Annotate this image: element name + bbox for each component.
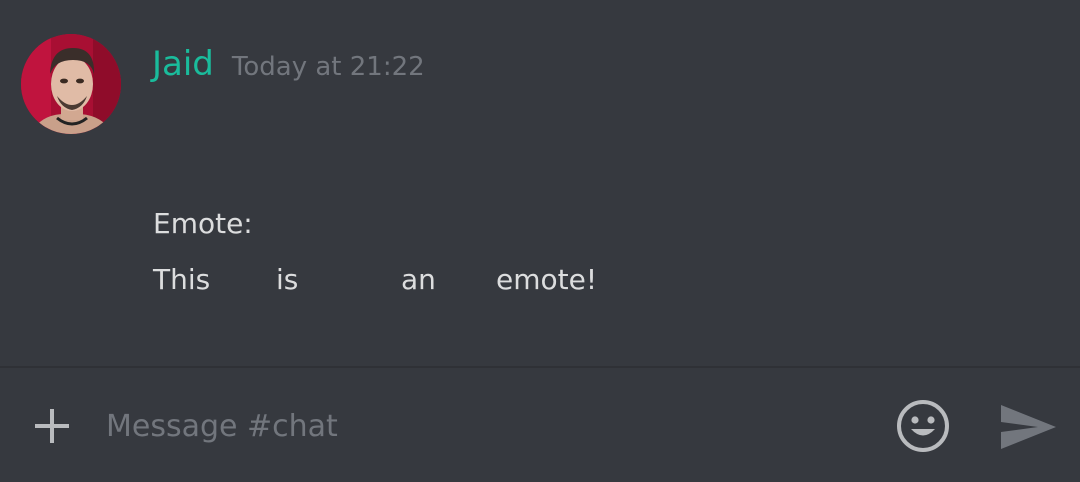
author-name[interactable]: Jaid [152,40,214,88]
message-word: is [276,263,299,296]
message-header: Jaid Today at 21:22 [152,40,425,88]
message-word: emote! [496,263,598,296]
message-word: an [401,263,436,296]
send-icon [1001,405,1056,449]
emote-line: This is an emote! [153,252,653,308]
message-input[interactable] [106,400,866,452]
add-attachment-button[interactable] [32,406,72,446]
smiley-icon [897,400,949,452]
message-word: This [153,263,211,296]
chat-message: Jaid Today at 21:22 Emote: This is an em… [0,0,1080,366]
message-timestamp: Today at 21:22 [231,52,425,82]
message-composer [0,366,1080,482]
message-line: Emote: [153,207,253,240]
emoji-button[interactable] [895,398,951,454]
avatar-image [21,34,121,134]
chat-app: Jaid Today at 21:22 Emote: This is an em… [0,0,1080,482]
send-button[interactable] [998,402,1058,452]
avatar[interactable] [21,34,121,134]
message-content: Emote: This is an emote! [153,196,653,308]
plus-icon [35,409,69,443]
